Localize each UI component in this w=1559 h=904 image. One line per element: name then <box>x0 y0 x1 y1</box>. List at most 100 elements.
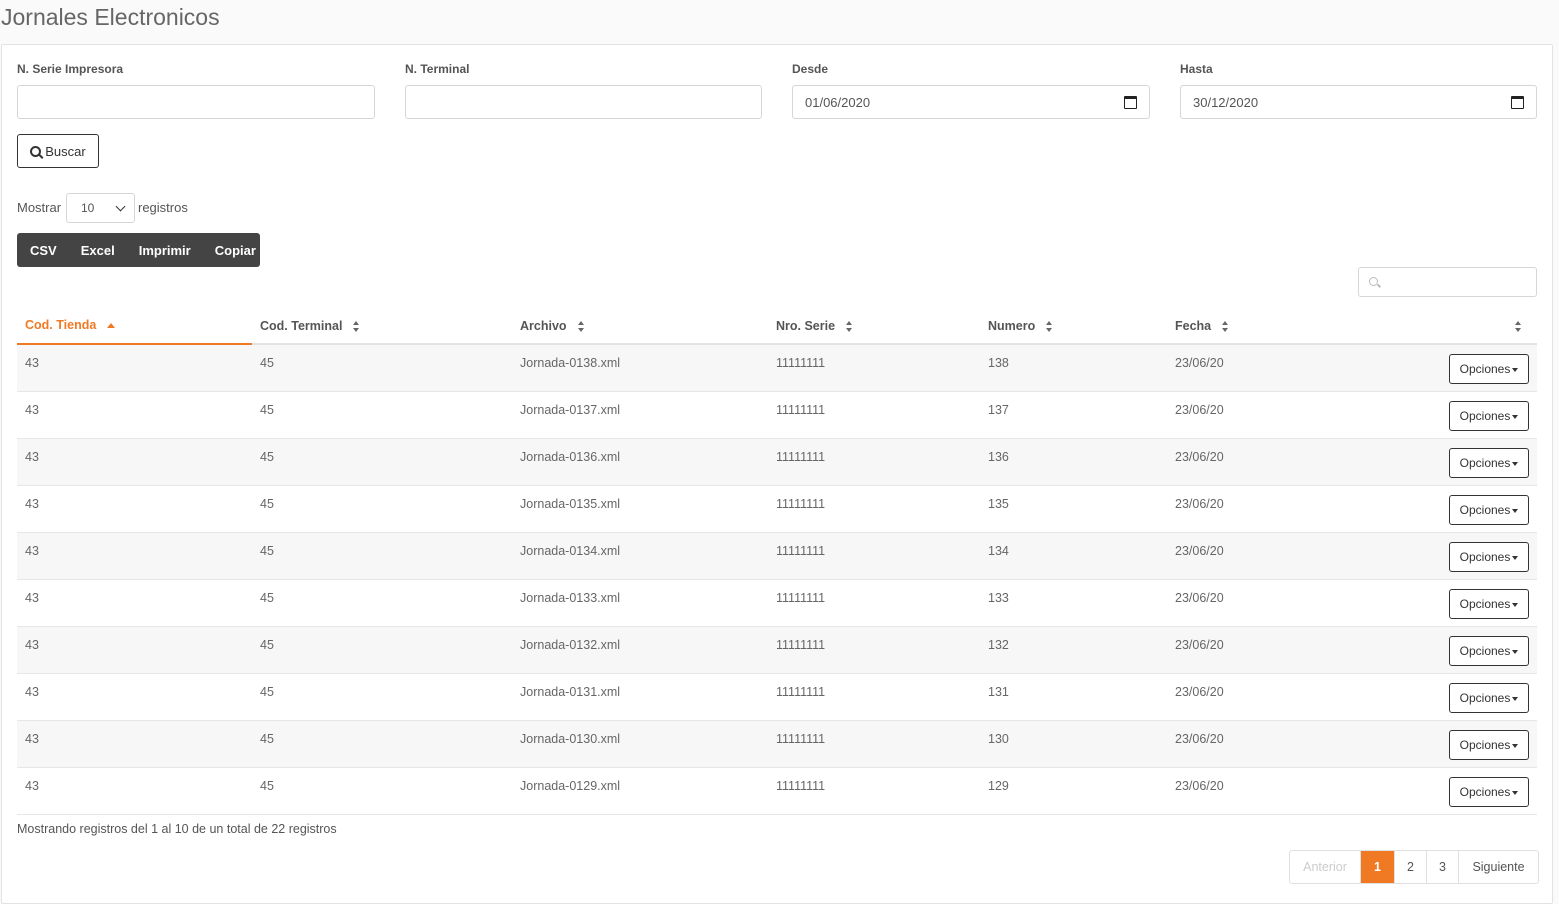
cell-numero: 132 <box>988 638 1009 652</box>
desde-date-input[interactable]: 01/06/2020 <box>792 85 1150 119</box>
excel-button[interactable]: Excel <box>69 243 127 258</box>
table-row: 43 45 Jornada-0129.xml 11111111 129 23/0… <box>17 768 1537 815</box>
cell-cod-tienda: 43 <box>25 497 39 511</box>
page-length-value: 10 <box>81 201 95 215</box>
options-button[interactable]: Opciones <box>1449 401 1529 431</box>
options-button[interactable]: Opciones <box>1449 542 1529 572</box>
cell-nro-serie: 11111111 <box>776 638 826 652</box>
hasta-date-input[interactable]: 30/12/2020 <box>1180 85 1537 119</box>
options-button[interactable]: Opciones <box>1449 354 1529 384</box>
serie-label: N. Serie Impresora <box>17 62 124 76</box>
options-button-label: Opciones <box>1459 550 1511 564</box>
page-title: Jornales Electronicos <box>1 4 220 30</box>
cell-archivo: Jornada-0135.xml <box>520 497 621 511</box>
previous-page-button[interactable]: Anterior <box>1290 851 1361 883</box>
search-button-label: Buscar <box>45 143 86 159</box>
table-row: 43 45 Jornada-0131.xml 11111111 131 23/0… <box>17 674 1537 721</box>
options-button-label: Opciones <box>1459 738 1511 752</box>
cell-cod-terminal: 45 <box>260 779 274 793</box>
cell-numero: 138 <box>988 356 1009 370</box>
export-button-group: CSV Excel Imprimir Copiar <box>17 233 260 267</box>
page-button-1[interactable]: 1 <box>1361 851 1395 883</box>
column-header-archivo[interactable]: Archivo <box>520 307 585 345</box>
column-header-label: Archivo <box>520 319 567 333</box>
hasta-value: 30/12/2020 <box>1193 94 1259 110</box>
desde-label: Desde <box>792 62 829 76</box>
options-button[interactable]: Opciones <box>1449 683 1529 713</box>
next-page-button[interactable]: Siguiente <box>1459 851 1538 883</box>
search-icon <box>1369 277 1378 286</box>
column-header-numero[interactable]: Numero <box>988 307 1053 345</box>
copy-button[interactable]: Copiar <box>203 243 268 258</box>
page-button-3[interactable]: 3 <box>1427 851 1459 883</box>
column-header-nro-serie[interactable]: Nro. Serie <box>776 307 853 345</box>
sort-icon <box>846 320 853 332</box>
column-header-actions[interactable] <box>1504 307 1522 345</box>
cell-cod-tienda: 43 <box>25 544 39 558</box>
terminal-input[interactable] <box>405 85 762 119</box>
table-row: 43 45 Jornada-0134.xml 11111111 134 23/0… <box>17 533 1537 580</box>
cell-fecha: 23/06/20 <box>1175 591 1224 605</box>
sort-icon <box>1222 320 1229 332</box>
desde-value: 01/06/2020 <box>805 94 871 110</box>
column-header-label: Fecha <box>1175 319 1212 333</box>
cell-numero: 137 <box>988 403 1009 417</box>
options-button[interactable]: Opciones <box>1449 730 1529 760</box>
cell-numero: 130 <box>988 732 1009 746</box>
cell-archivo: Jornada-0134.xml <box>520 544 621 558</box>
cell-nro-serie: 11111111 <box>776 497 826 511</box>
cell-cod-tienda: 43 <box>25 732 39 746</box>
chevron-down-icon <box>115 201 126 211</box>
cell-nro-serie: 11111111 <box>776 356 826 370</box>
caret-down-icon <box>1512 368 1519 372</box>
table-row: 43 45 Jornada-0133.xml 11111111 133 23/0… <box>17 580 1537 627</box>
caret-down-icon <box>1512 697 1519 701</box>
table-row: 43 45 Jornada-0138.xml 11111111 138 23/0… <box>17 345 1537 392</box>
options-button-label: Opciones <box>1459 503 1511 517</box>
sort-icon <box>1046 320 1053 332</box>
search-button[interactable]: Buscar <box>17 134 99 168</box>
page-length-select[interactable]: 10 <box>66 193 135 223</box>
column-header-cod-tienda[interactable]: Cod. Tienda <box>17 307 252 345</box>
options-button-label: Opciones <box>1459 644 1511 658</box>
column-header-label: Cod. Tienda <box>25 318 97 332</box>
column-header-cod-terminal[interactable]: Cod. Terminal <box>260 307 360 345</box>
cell-fecha: 23/06/20 <box>1175 779 1224 793</box>
cell-cod-terminal: 45 <box>260 497 274 511</box>
cell-nro-serie: 11111111 <box>776 403 826 417</box>
sort-icon <box>353 320 360 332</box>
serie-input[interactable] <box>17 85 375 119</box>
sort-icon <box>577 320 585 332</box>
options-button[interactable]: Opciones <box>1449 777 1529 807</box>
options-button[interactable]: Opciones <box>1449 636 1529 666</box>
table-info: Mostrando registros del 1 al 10 de un to… <box>17 822 337 836</box>
hasta-label: Hasta <box>1180 62 1213 76</box>
cell-cod-tienda: 43 <box>25 638 39 652</box>
options-button[interactable]: Opciones <box>1449 589 1529 619</box>
table-row: 43 45 Jornada-0137.xml 11111111 137 23/0… <box>17 392 1537 439</box>
csv-button[interactable]: CSV <box>17 243 69 258</box>
calendar-icon[interactable] <box>1511 95 1524 109</box>
options-button-label: Opciones <box>1459 691 1511 705</box>
options-button[interactable]: Opciones <box>1449 448 1529 478</box>
cell-cod-terminal: 45 <box>260 544 274 558</box>
cell-numero: 134 <box>988 544 1009 558</box>
cell-fecha: 23/06/20 <box>1175 403 1224 417</box>
page-button-2[interactable]: 2 <box>1395 851 1427 883</box>
options-button-label: Opciones <box>1459 785 1511 799</box>
caret-down-icon <box>1512 556 1519 560</box>
cell-archivo: Jornada-0132.xml <box>520 638 621 652</box>
table-search-input[interactable] <box>1358 267 1537 297</box>
options-button-label: Opciones <box>1459 409 1511 423</box>
cell-cod-terminal: 45 <box>260 685 274 699</box>
cell-cod-tienda: 43 <box>25 356 39 370</box>
table-header: Cod. Tienda Cod. Terminal Archivo Nro. S… <box>17 307 1537 345</box>
column-header-fecha[interactable]: Fecha <box>1175 307 1229 345</box>
cell-fecha: 23/06/20 <box>1175 356 1224 370</box>
print-button[interactable]: Imprimir <box>127 243 203 258</box>
cell-fecha: 23/06/20 <box>1175 544 1224 558</box>
cell-fecha: 23/06/20 <box>1175 732 1224 746</box>
calendar-icon[interactable] <box>1124 95 1137 109</box>
options-button[interactable]: Opciones <box>1449 495 1529 525</box>
caret-down-icon <box>1512 509 1519 513</box>
